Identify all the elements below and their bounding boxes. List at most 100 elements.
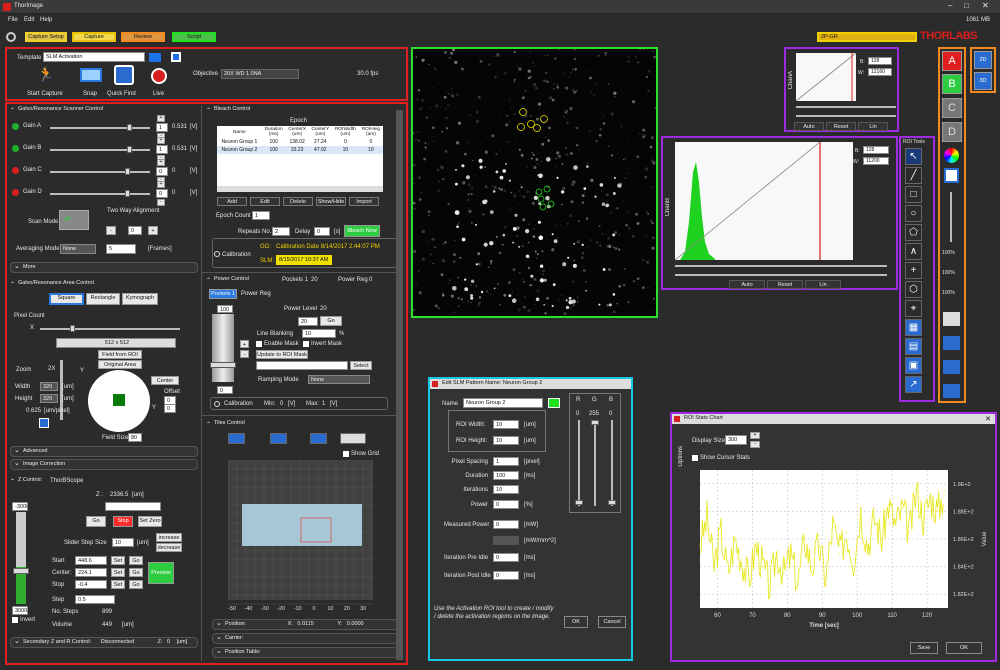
- bleach-delete-button[interactable]: Delete: [283, 197, 313, 206]
- channel-b-button[interactable]: B: [942, 74, 962, 94]
- cursor-icon[interactable]: ↖: [905, 148, 922, 165]
- bleach-show-hide-button[interactable]: Show/Hide: [316, 197, 346, 206]
- view-2d-button[interactable]: 2D: [974, 51, 992, 69]
- repeats-input[interactable]: 2: [272, 227, 290, 236]
- z-start-go-button[interactable]: Go: [129, 556, 143, 565]
- roi-stats-chart[interactable]: 60 70 80 90 100 110 120 1.9E+2 1.88E+2 1.86E+2 1.8…: [690, 468, 990, 630]
- bleach-now-button[interactable]: Bleach Now: [344, 225, 380, 237]
- histogram-b-lin-button[interactable]: Lin: [805, 280, 841, 289]
- lock-icon[interactable]: [39, 418, 49, 428]
- position-table-section[interactable]: Position Table:: [212, 646, 398, 658]
- live-button[interactable]: [151, 68, 167, 84]
- bleach-add-button[interactable]: Add: [217, 197, 247, 206]
- channel-palette-icon[interactable]: [944, 168, 959, 183]
- tiles-plot[interactable]: -50-40-30-20-1001020303020100-10-20-30-4…: [228, 460, 373, 610]
- power-slider-thumb[interactable]: [210, 362, 236, 368]
- z-start-input[interactable]: 448.6: [75, 556, 107, 565]
- stats-icon[interactable]: ▦: [905, 319, 922, 336]
- save-icon[interactable]: [171, 52, 181, 62]
- channel-a-button[interactable]: A: [942, 51, 962, 71]
- more-section[interactable]: More: [10, 261, 198, 273]
- epoch-count-input[interactable]: 1: [252, 211, 270, 220]
- wrench-icon[interactable]: [943, 384, 960, 398]
- position-section[interactable]: Position: X: 0.0115 Y: 0.0000: [212, 618, 398, 630]
- z-center-input[interactable]: 224.1: [75, 568, 107, 577]
- ellipse-icon[interactable]: ○: [905, 205, 922, 222]
- line-blanking-input[interactable]: 10: [302, 329, 336, 338]
- two-way-input[interactable]: 0: [128, 226, 142, 235]
- gain-a-slider[interactable]: [50, 127, 150, 129]
- calibration-expand-icon[interactable]: [214, 251, 220, 257]
- offset-y-input[interactable]: 0: [164, 404, 176, 413]
- area-header[interactable]: Galvo/Resonance Area Control: [10, 280, 94, 288]
- quick-find-button[interactable]: [114, 65, 134, 85]
- increase-button[interactable]: increase: [156, 533, 182, 542]
- tab-power-reg[interactable]: Power Reg: [241, 291, 271, 297]
- snap-button[interactable]: [80, 68, 102, 82]
- tiles-header[interactable]: Tiles Control: [206, 420, 245, 428]
- image-correction-section[interactable]: Image Correction: [10, 458, 198, 470]
- bar-graph-icon[interactable]: [943, 312, 960, 326]
- histogram-a-plot[interactable]: [796, 53, 856, 101]
- gain-a-slider-thumb[interactable]: [127, 124, 132, 131]
- crosshair-icon[interactable]: +: [905, 262, 922, 279]
- gain-a-plus[interactable]: +: [157, 115, 165, 122]
- gain-d-slider-thumb[interactable]: [125, 190, 130, 197]
- channel-c-button[interactable]: C: [942, 98, 962, 118]
- slm-duration-input[interactable]: 100: [493, 471, 519, 480]
- move-icon[interactable]: [340, 433, 366, 444]
- histogram-a-lin-button[interactable]: Lin: [858, 122, 888, 131]
- center-button[interactable]: Center: [151, 376, 179, 385]
- tab-capture-setup[interactable]: Capture Setup: [25, 32, 67, 42]
- histogram-b-reset-button[interactable]: Reset: [767, 280, 803, 289]
- pixel-count-select[interactable]: 512 x 512: [56, 338, 176, 348]
- left-scrollbar[interactable]: [396, 110, 403, 660]
- set-zero-button[interactable]: Set Zero: [138, 516, 162, 527]
- slm-iteration-post-idle-input[interactable]: 0: [493, 571, 519, 580]
- line-icon[interactable]: ╱: [905, 167, 922, 184]
- grid-icon[interactable]: [310, 433, 327, 444]
- save-roi-icon[interactable]: ▣: [905, 357, 922, 374]
- view-3d-button[interactable]: 3D: [974, 72, 992, 90]
- height-input[interactable]: 320: [40, 394, 58, 403]
- two-way-plus[interactable]: +: [148, 226, 158, 235]
- gain-c-input[interactable]: 0: [156, 167, 168, 176]
- settings-icon[interactable]: [6, 32, 16, 42]
- z-stop-input[interactable]: -0.4: [75, 580, 107, 589]
- gain-c-slider[interactable]: [50, 171, 150, 173]
- neuron-image[interactable]: [413, 49, 656, 316]
- kymograph-button[interactable]: Kymograph: [122, 293, 158, 305]
- folder-icon[interactable]: [149, 53, 161, 62]
- power-calibration-expand-icon[interactable]: [214, 401, 220, 407]
- folder-open-icon[interactable]: ▤: [905, 338, 922, 355]
- z-target-input[interactable]: [105, 502, 161, 511]
- tab-pockels-1[interactable]: Pockels 1: [209, 289, 237, 299]
- gain-a-input[interactable]: 1: [156, 123, 168, 132]
- chart-icon[interactable]: ↗: [905, 376, 922, 393]
- slm-cancel-button[interactable]: Cancel: [598, 616, 626, 628]
- histogram-b-plot[interactable]: [675, 142, 853, 260]
- display-size-plus[interactable]: +: [750, 432, 760, 439]
- objective-select[interactable]: 20X WD 1.0NA: [221, 69, 299, 79]
- secondary-z-section[interactable]: Secondary Z and R Control: Disconnected …: [10, 636, 198, 648]
- pixel-slider-thumb[interactable]: [70, 325, 75, 332]
- z-stop-button[interactable]: Stop: [113, 516, 133, 527]
- scalebar-icon[interactable]: [943, 360, 960, 374]
- display-size-input[interactable]: 300: [725, 435, 747, 445]
- template-input[interactable]: SLM Activation: [43, 52, 145, 62]
- decrease-button[interactable]: decrease: [156, 543, 182, 552]
- tab-script[interactable]: Script: [172, 32, 216, 42]
- menu-edit[interactable]: Edit: [24, 17, 34, 23]
- image-viewer[interactable]: [411, 47, 658, 318]
- histogram-b-slider-2[interactable]: [675, 274, 887, 276]
- rectangle-icon[interactable]: □: [905, 186, 922, 203]
- power-minus-button[interactable]: -: [240, 350, 249, 358]
- histogram-b-slider-1[interactable]: [675, 265, 887, 267]
- polyline-icon[interactable]: ∧: [905, 243, 922, 260]
- field-from-roi-button[interactable]: Field from ROI: [98, 350, 142, 359]
- preview-button[interactable]: Preview: [148, 562, 174, 584]
- menu-help[interactable]: Help: [40, 17, 52, 23]
- invert-checkbox[interactable]: [12, 617, 18, 623]
- select-button[interactable]: Select: [350, 361, 372, 370]
- bleach-header[interactable]: Bleach Control: [206, 106, 250, 114]
